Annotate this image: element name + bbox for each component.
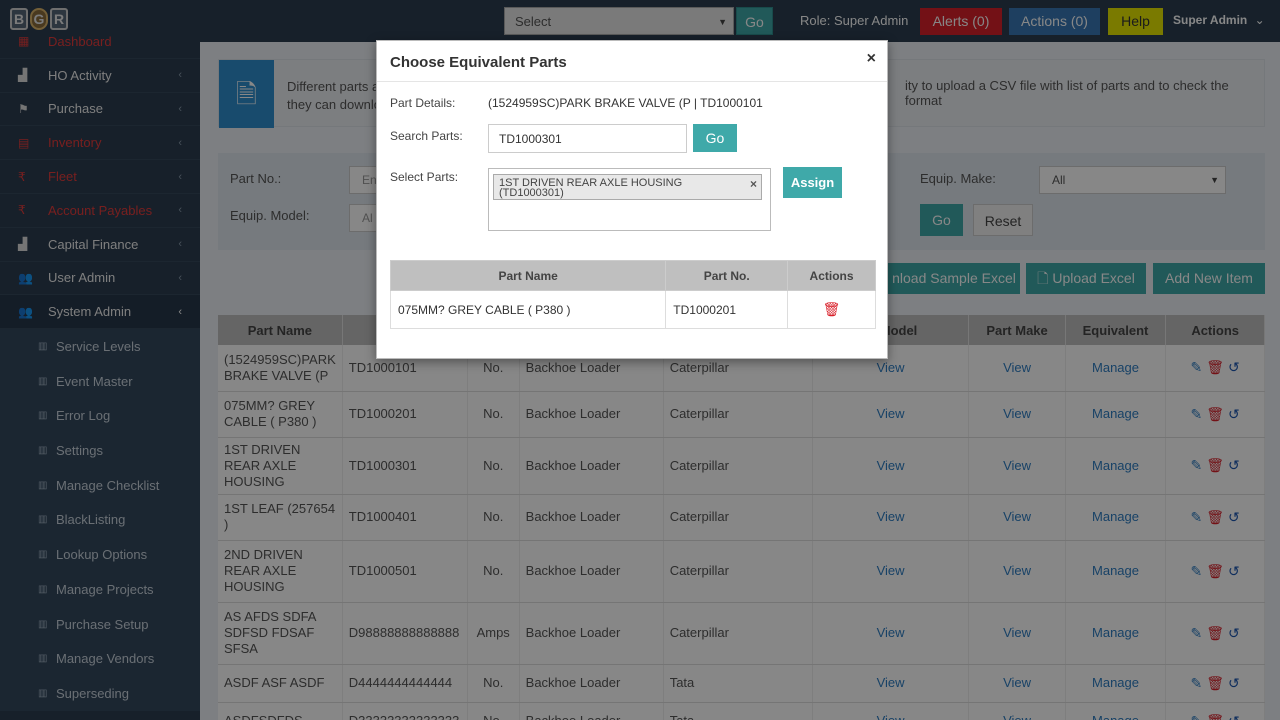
part-details-label: Part Details: xyxy=(390,96,456,110)
close-icon[interactable]: × xyxy=(867,50,876,68)
search-go-button[interactable]: Go xyxy=(693,124,737,152)
choose-equivalent-parts-modal: Choose Equivalent Parts × Part Details: … xyxy=(376,40,888,359)
modal-divider xyxy=(377,81,887,82)
column-header: Part No. xyxy=(665,260,789,291)
column-header: Actions xyxy=(787,260,876,291)
select-parts-label: Select Parts: xyxy=(390,170,459,184)
modal-title: Choose Equivalent Parts xyxy=(390,54,567,71)
assign-button[interactable]: Assign xyxy=(783,167,842,198)
part-no-cell: TD1000201 xyxy=(665,290,789,329)
column-header: Part Name xyxy=(389,260,667,291)
select-parts-multiselect[interactable]: 1ST DRIVEN REAR AXLE HOUSING (TD1000301)… xyxy=(488,168,771,231)
equivalent-parts-table: Part Name Part No. Actions 075MM? GREY C… xyxy=(389,260,876,329)
search-parts-label: Search Parts: xyxy=(390,129,463,143)
remove-tag-icon[interactable]: × xyxy=(750,178,757,190)
row-actions: 🗑 xyxy=(787,290,876,329)
search-parts-input[interactable]: TD1000301 xyxy=(488,124,687,153)
table-row: 075MM? GREY CABLE ( P380 ) TD1000201 🗑 xyxy=(389,290,876,329)
table-header-row: Part Name Part No. Actions xyxy=(389,260,876,291)
trash-icon[interactable]: 🗑 xyxy=(823,301,841,317)
selected-part-tag: 1ST DRIVEN REAR AXLE HOUSING (TD1000301)… xyxy=(493,174,762,200)
part-name-cell: 075MM? GREY CABLE ( P380 ) xyxy=(389,290,667,329)
part-details-value: (1524959SC)PARK BRAKE VALVE (P | TD10001… xyxy=(488,96,763,110)
selected-part-tag-label: 1ST DRIVEN REAR AXLE HOUSING (TD1000301) xyxy=(499,177,683,199)
